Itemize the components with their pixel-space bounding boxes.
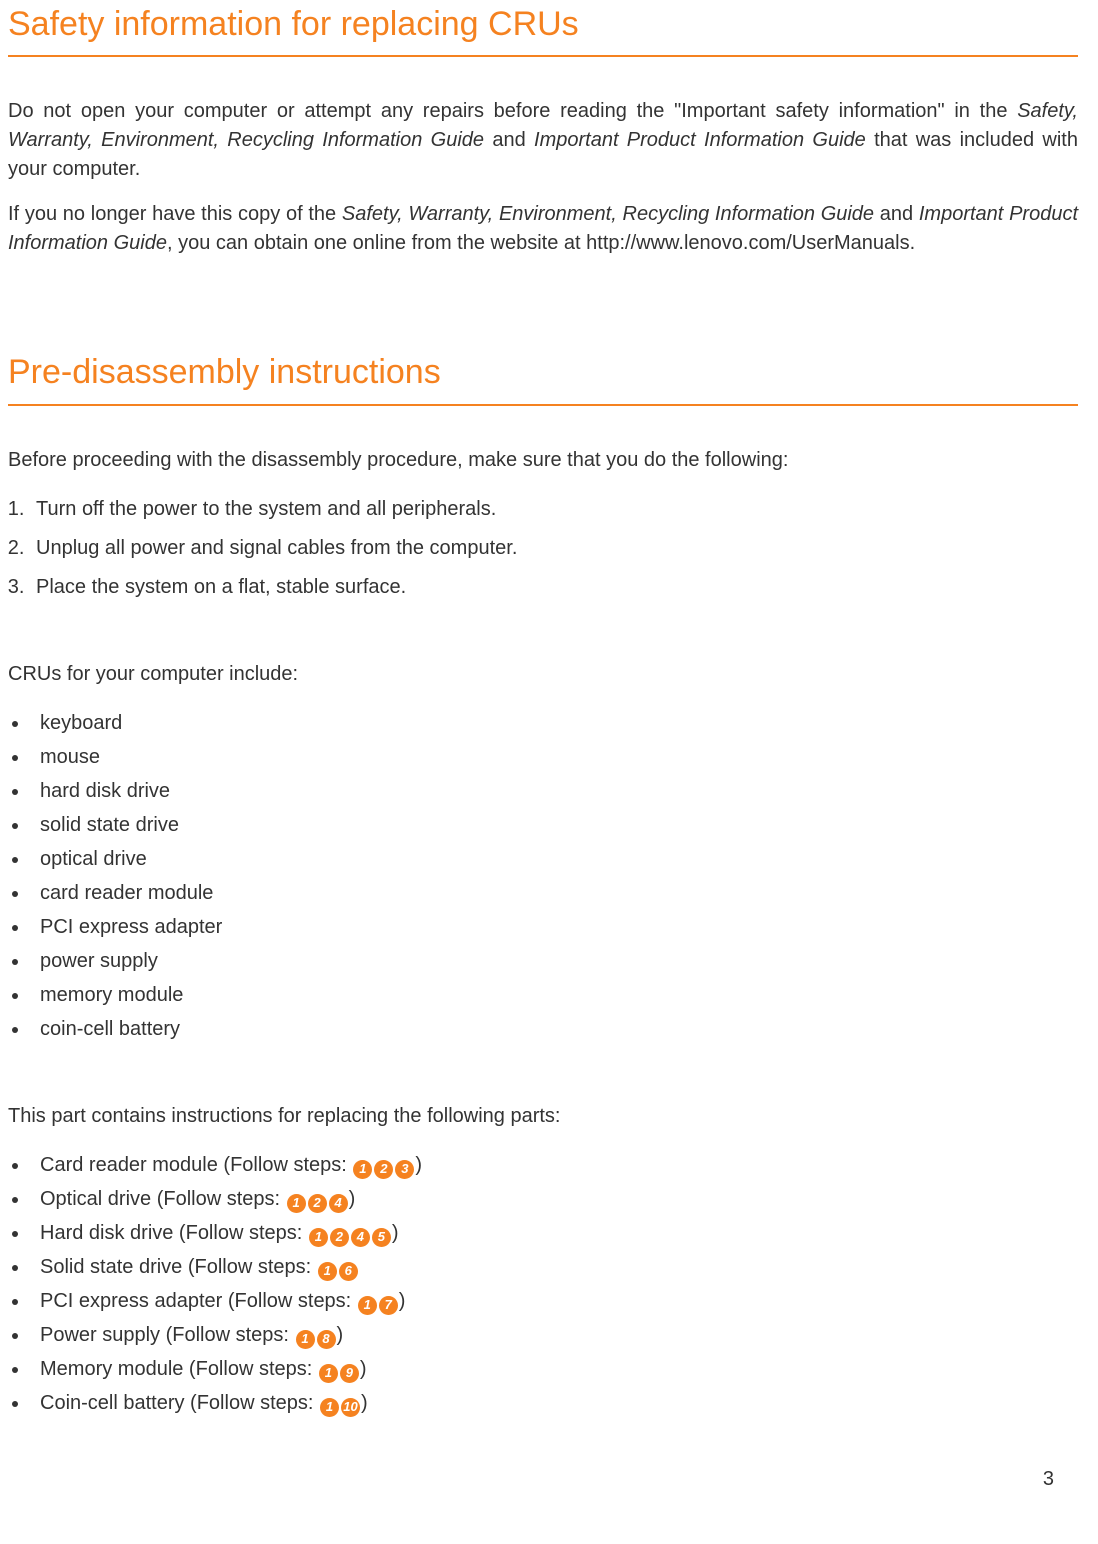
replace-parts-list: Card reader module (Follow steps: 123)Op… bbox=[8, 1151, 1078, 1418]
text: , you can obtain one online from the web… bbox=[167, 232, 915, 254]
safety-paragraph-2: If you no longer have this copy of the S… bbox=[8, 200, 1078, 258]
list-item: Hard disk drive (Follow steps: 1245) bbox=[30, 1219, 1078, 1248]
list-item: optical drive bbox=[30, 845, 1078, 874]
part-label: Solid state drive (Follow steps: bbox=[40, 1256, 317, 1278]
text: ) bbox=[361, 1392, 368, 1414]
text: and bbox=[874, 203, 919, 225]
part-label: Card reader module (Follow steps: bbox=[40, 1154, 352, 1176]
pre-steps-list: Turn off the power to the system and all… bbox=[8, 495, 1078, 602]
safety-paragraph-1: Do not open your computer or attempt any… bbox=[8, 97, 1078, 184]
step-badge-icon: 4 bbox=[351, 1228, 370, 1247]
list-item: Power supply (Follow steps: 18) bbox=[30, 1321, 1078, 1350]
list-item: Coin-cell battery (Follow steps: 110) bbox=[30, 1389, 1078, 1418]
text: ) bbox=[360, 1358, 367, 1380]
step-badge-icon: 2 bbox=[374, 1160, 393, 1179]
part-label: Optical drive (Follow steps: bbox=[40, 1188, 286, 1210]
text: Do not open your computer or attempt any… bbox=[8, 100, 1017, 122]
step-badge-icon: 9 bbox=[340, 1364, 359, 1383]
step-badge-icon: 1 bbox=[319, 1364, 338, 1383]
list-item: keyboard bbox=[30, 709, 1078, 738]
step-badge-icon: 1 bbox=[287, 1194, 306, 1213]
cru-list: keyboard mouse hard disk drive solid state … bbox=[8, 709, 1078, 1044]
list-item: coin-cell battery bbox=[30, 1015, 1078, 1044]
step-badge-icon: 7 bbox=[379, 1296, 398, 1315]
step-badge-icon: 1 bbox=[318, 1262, 337, 1281]
part-label: Coin-cell battery (Follow steps: bbox=[40, 1392, 319, 1414]
list-item: hard disk drive bbox=[30, 777, 1078, 806]
heading-pre-disassembly: Pre-disassembly instructions bbox=[8, 348, 1078, 405]
step-badge-icon: 3 bbox=[395, 1160, 414, 1179]
list-item: mouse bbox=[30, 743, 1078, 772]
text: If you no longer have this copy of the bbox=[8, 203, 342, 225]
list-item: memory module bbox=[30, 981, 1078, 1010]
step-badge-icon: 6 bbox=[339, 1262, 358, 1281]
cru-intro-text: CRUs for your computer include: bbox=[8, 660, 1078, 689]
list-item: Memory module (Follow steps: 19) bbox=[30, 1355, 1078, 1384]
text: ) bbox=[415, 1154, 422, 1176]
list-item: card reader module bbox=[30, 879, 1078, 908]
list-item: PCI express adapter (Follow steps: 17) bbox=[30, 1287, 1078, 1316]
list-item: Turn off the power to the system and all… bbox=[30, 495, 1078, 524]
part-label: Memory module (Follow steps: bbox=[40, 1358, 318, 1380]
guide-title-2: Important Product Information Guide bbox=[534, 129, 866, 151]
step-badge-icon: 10 bbox=[341, 1398, 360, 1417]
list-item: power supply bbox=[30, 947, 1078, 976]
step-badge-icon: 4 bbox=[329, 1194, 348, 1213]
part-label: Power supply (Follow steps: bbox=[40, 1324, 295, 1346]
text: ) bbox=[337, 1324, 344, 1346]
step-badge-icon: 1 bbox=[309, 1228, 328, 1247]
list-item: Unplug all power and signal cables from … bbox=[30, 534, 1078, 563]
list-item: PCI express adapter bbox=[30, 913, 1078, 942]
step-badge-icon: 1 bbox=[296, 1330, 315, 1349]
step-badge-icon: 8 bbox=[317, 1330, 336, 1349]
step-badge-icon: 5 bbox=[372, 1228, 391, 1247]
heading-safety-info: Safety information for replacing CRUs bbox=[8, 0, 1078, 57]
step-badge-icon: 2 bbox=[308, 1194, 327, 1213]
text: ) bbox=[399, 1290, 406, 1312]
list-item: Optical drive (Follow steps: 124) bbox=[30, 1185, 1078, 1214]
step-badge-icon: 1 bbox=[353, 1160, 372, 1179]
guide-title-1: Safety, Warranty, Environment, Recycling… bbox=[342, 203, 874, 225]
part-label: Hard disk drive (Follow steps: bbox=[40, 1222, 308, 1244]
text: and bbox=[484, 129, 534, 151]
list-item: solid state drive bbox=[30, 811, 1078, 840]
step-badge-icon: 1 bbox=[358, 1296, 377, 1315]
text: ) bbox=[392, 1222, 399, 1244]
text: ) bbox=[349, 1188, 356, 1210]
step-badge-icon: 2 bbox=[330, 1228, 349, 1247]
step-badge-icon: 1 bbox=[320, 1398, 339, 1417]
part-label: PCI express adapter (Follow steps: bbox=[40, 1290, 357, 1312]
list-item: Place the system on a flat, stable surfa… bbox=[30, 573, 1078, 602]
replace-intro-text: This part contains instructions for repl… bbox=[8, 1102, 1078, 1131]
pre-intro-text: Before proceeding with the disassembly p… bbox=[8, 446, 1078, 475]
list-item: Solid state drive (Follow steps: 16 bbox=[30, 1253, 1078, 1282]
page-number: 3 bbox=[1043, 1465, 1054, 1494]
list-item: Card reader module (Follow steps: 123) bbox=[30, 1151, 1078, 1180]
